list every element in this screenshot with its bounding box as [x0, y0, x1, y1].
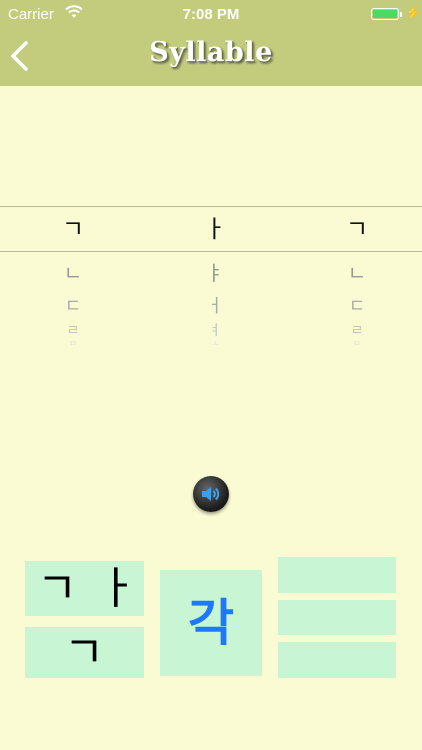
- syllable-result-box: 각: [160, 570, 262, 676]
- answer-slot-3[interactable]: [278, 642, 396, 678]
- picker-option: ㄷ: [64, 296, 82, 317]
- navigation-bar: Carrier 7:08 PM ⚡ Syllable: [0, 0, 422, 86]
- battery-icon: [371, 8, 399, 20]
- picker-option: ㅕ: [208, 323, 222, 339]
- picker-option: ㅓ: [206, 296, 224, 317]
- picker-selected-vowel: ㅏ: [203, 215, 227, 243]
- speaker-icon: [202, 487, 220, 501]
- picker-option: ㄴ: [347, 261, 367, 285]
- initial-consonant: ㄱ: [36, 563, 78, 614]
- charging-icon: ⚡: [405, 5, 422, 20]
- picker-selected-initial: ㄱ: [61, 215, 85, 243]
- answer-slot-1[interactable]: [278, 557, 396, 593]
- page-title: Syllable: [149, 37, 273, 68]
- answer-slot-2[interactable]: [278, 600, 396, 635]
- picker-option: ㅑ: [205, 261, 225, 285]
- final-consonant: ㄱ: [63, 627, 105, 678]
- initial-vowel-box[interactable]: ㄱ ㅏ: [25, 561, 144, 616]
- picker-selection-bottom-line: [0, 251, 422, 252]
- final-consonant-box[interactable]: ㄱ: [25, 627, 144, 678]
- picker-option: ㄹ: [66, 323, 80, 339]
- picker-option: ㄴ: [63, 261, 83, 285]
- picker-option: ㅗ: [211, 339, 219, 348]
- picker-option: ㅁ: [353, 339, 361, 348]
- picker-option: ㄷ: [348, 296, 366, 317]
- picker-option: ㅁ: [69, 339, 77, 348]
- picker-selection-top-line: [0, 206, 422, 207]
- status-bar: Carrier 7:08 PM ⚡: [0, 0, 422, 30]
- picker-option: ㄹ: [350, 323, 364, 339]
- vowel: ㅏ: [96, 563, 138, 614]
- battery-cap: [400, 12, 402, 17]
- status-time: 7:08 PM: [182, 6, 240, 23]
- syllable-result: 각: [188, 594, 234, 652]
- picker-selected-final: ㄱ: [345, 215, 369, 243]
- play-sound-button[interactable]: [193, 476, 229, 512]
